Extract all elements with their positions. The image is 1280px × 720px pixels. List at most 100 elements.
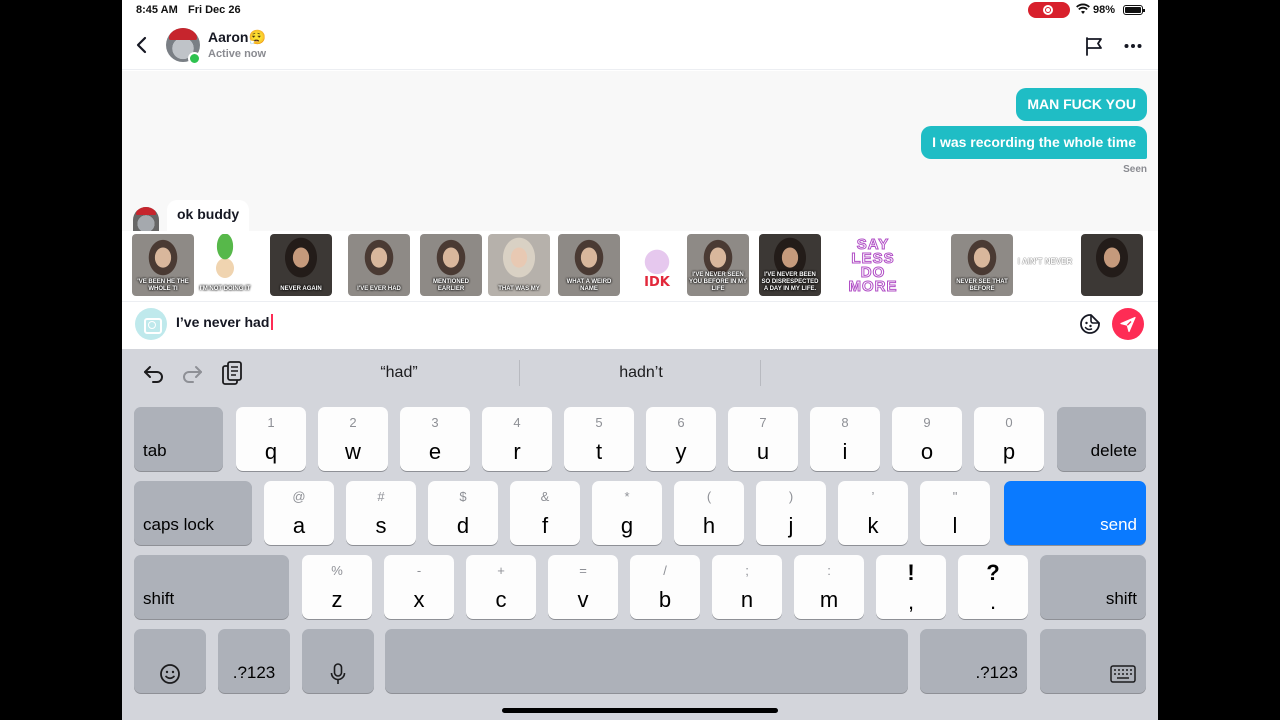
shift-left-key[interactable]: shift [134, 555, 289, 619]
key-label: p [1002, 439, 1016, 464]
send-button[interactable] [1112, 308, 1144, 340]
key-label-bottom: . [989, 589, 997, 614]
key-d[interactable]: $ d [428, 481, 498, 545]
outgoing-message[interactable]: MAN FUCK YOU [1016, 88, 1147, 121]
tab-key[interactable]: tab [134, 407, 223, 471]
key-w[interactable]: 2w [318, 407, 388, 471]
sticker-item[interactable] [1081, 234, 1143, 296]
suggestion-2[interactable]: hadn’t [521, 364, 761, 382]
camera-icon[interactable] [135, 308, 167, 340]
sticker-item[interactable]: MENTIONED EARLIER [420, 234, 482, 296]
wifi-icon [1076, 3, 1090, 14]
key-hint: 1 [267, 415, 275, 430]
key-o[interactable]: 9o [892, 407, 962, 471]
sticker-item[interactable]: NEVER AGAIN [270, 234, 332, 296]
key-s[interactable]: # s [346, 481, 416, 545]
key-label: f [541, 513, 549, 538]
key-t[interactable]: 5t [564, 407, 634, 471]
caps-lock-key[interactable]: caps lock [134, 481, 252, 545]
key-hint: : [827, 563, 831, 578]
sticker-item[interactable]: I'M NOT DOING IT [194, 234, 256, 296]
contact-name[interactable]: Aaron😮‍💨 [208, 29, 266, 46]
key-hint: 6 [677, 415, 685, 430]
message-input[interactable]: I’ve never had [176, 314, 274, 330]
key-hint: 4 [513, 415, 521, 430]
key-e[interactable]: 3e [400, 407, 470, 471]
sticker-item[interactable]: THAT WAS MY [488, 234, 550, 296]
key-i[interactable]: 8i [810, 407, 880, 471]
incoming-message[interactable]: ok buddy [167, 200, 250, 231]
key-r[interactable]: 4r [482, 407, 552, 471]
key-a[interactable]: @ a [264, 481, 334, 545]
undo-icon[interactable] [142, 361, 166, 385]
key-label: d [456, 513, 470, 538]
sticker-item[interactable]: I've never been so disrespected a day in… [759, 234, 821, 296]
question-period-key[interactable]: ?. [958, 555, 1028, 619]
key-hint: 8 [841, 415, 849, 430]
sticker-item[interactable]: WHAT A WEIRD NAME [558, 234, 620, 296]
key-hint: 7 [759, 415, 767, 430]
home-indicator[interactable] [502, 708, 778, 713]
back-chevron-icon[interactable] [134, 33, 150, 57]
sticker-item[interactable]: I'VE NEVER SEEN YOU BEFORE IN MY LIFE [687, 234, 749, 296]
key-n[interactable]: ; n [712, 555, 782, 619]
sticker-emoji-icon[interactable] [1079, 313, 1101, 335]
key-c[interactable]: + c [466, 555, 536, 619]
key-label: shift [143, 589, 175, 608]
key-k[interactable]: ’ k [838, 481, 908, 545]
sender-avatar[interactable] [133, 207, 159, 231]
redo-icon[interactable] [180, 361, 204, 385]
key-f[interactable]: & f [510, 481, 580, 545]
more-options-icon[interactable] [1124, 43, 1142, 49]
numbers-right-key[interactable]: .?123 [920, 629, 1027, 693]
suggestion-1[interactable]: “had” [279, 364, 519, 382]
key-x[interactable]: -x [384, 555, 454, 619]
message-input-value: I’ve never had [176, 314, 270, 330]
key-g[interactable]: * g [592, 481, 662, 545]
dictation-key[interactable] [302, 629, 374, 693]
message-list[interactable]: MAN FUCK YOU I was recording the whole t… [122, 71, 1158, 231]
key-label: .?123 [232, 663, 276, 682]
key-j[interactable]: ) j [756, 481, 826, 545]
key-hint: 0 [1005, 415, 1013, 430]
key-label: i [842, 439, 848, 464]
send-arrow-icon [1120, 316, 1136, 333]
key-q[interactable]: 1q [236, 407, 306, 471]
send-key[interactable]: send [1004, 481, 1146, 545]
key-m[interactable]: :m [794, 555, 864, 619]
shift-right-key[interactable]: shift [1040, 555, 1146, 619]
outgoing-message[interactable]: I was recording the whole time [921, 126, 1147, 159]
clipboard-paste-icon[interactable] [220, 361, 244, 387]
sticker-item[interactable]: 'VE BEEN HE THE WHOLE TI [132, 234, 194, 296]
key-hint: 5 [595, 415, 603, 430]
sticker-item[interactable]: SAY LESS DO MORE [842, 234, 904, 296]
delete-key[interactable]: delete [1057, 407, 1146, 471]
sticker-caption: I'M NOT DOING IT [199, 286, 251, 292]
hide-keyboard-key[interactable] [1040, 629, 1146, 693]
exclamation-comma-key[interactable]: !, [876, 555, 946, 619]
key-h[interactable]: (h [674, 481, 744, 545]
microphone-icon [302, 663, 374, 690]
sticker-item[interactable]: I AIN'T NEVER [1014, 234, 1076, 296]
sticker-caption: MENTIONED EARLIER [433, 279, 469, 292]
key-hint: / [663, 563, 667, 578]
sticker-item[interactable]: I'VE EVER HAD [348, 234, 410, 296]
key-label: tab [143, 441, 167, 460]
key-v[interactable]: = v [548, 555, 618, 619]
space-bar[interactable] [385, 629, 908, 693]
sticker-item[interactable]: IDK [626, 234, 688, 296]
key-z[interactable]: % z [302, 555, 372, 619]
key-l[interactable]: " l [920, 481, 990, 545]
emoji-key[interactable] [134, 629, 206, 693]
flag-icon[interactable] [1084, 36, 1104, 56]
numbers-left-key[interactable]: .?123 [218, 629, 290, 693]
screen-recording-icon[interactable] [1028, 2, 1070, 18]
key-p[interactable]: 0p [974, 407, 1044, 471]
key-u[interactable]: 7u [728, 407, 798, 471]
sticker-caption: I've never been so disrespected a day in… [761, 272, 819, 292]
key-y[interactable]: 6y [646, 407, 716, 471]
key-b[interactable]: / b [630, 555, 700, 619]
key-hint: * [624, 489, 630, 504]
sticker-item[interactable] [1137, 234, 1158, 296]
sticker-item[interactable]: NEVER SEE THAT BEFORE [951, 234, 1013, 296]
